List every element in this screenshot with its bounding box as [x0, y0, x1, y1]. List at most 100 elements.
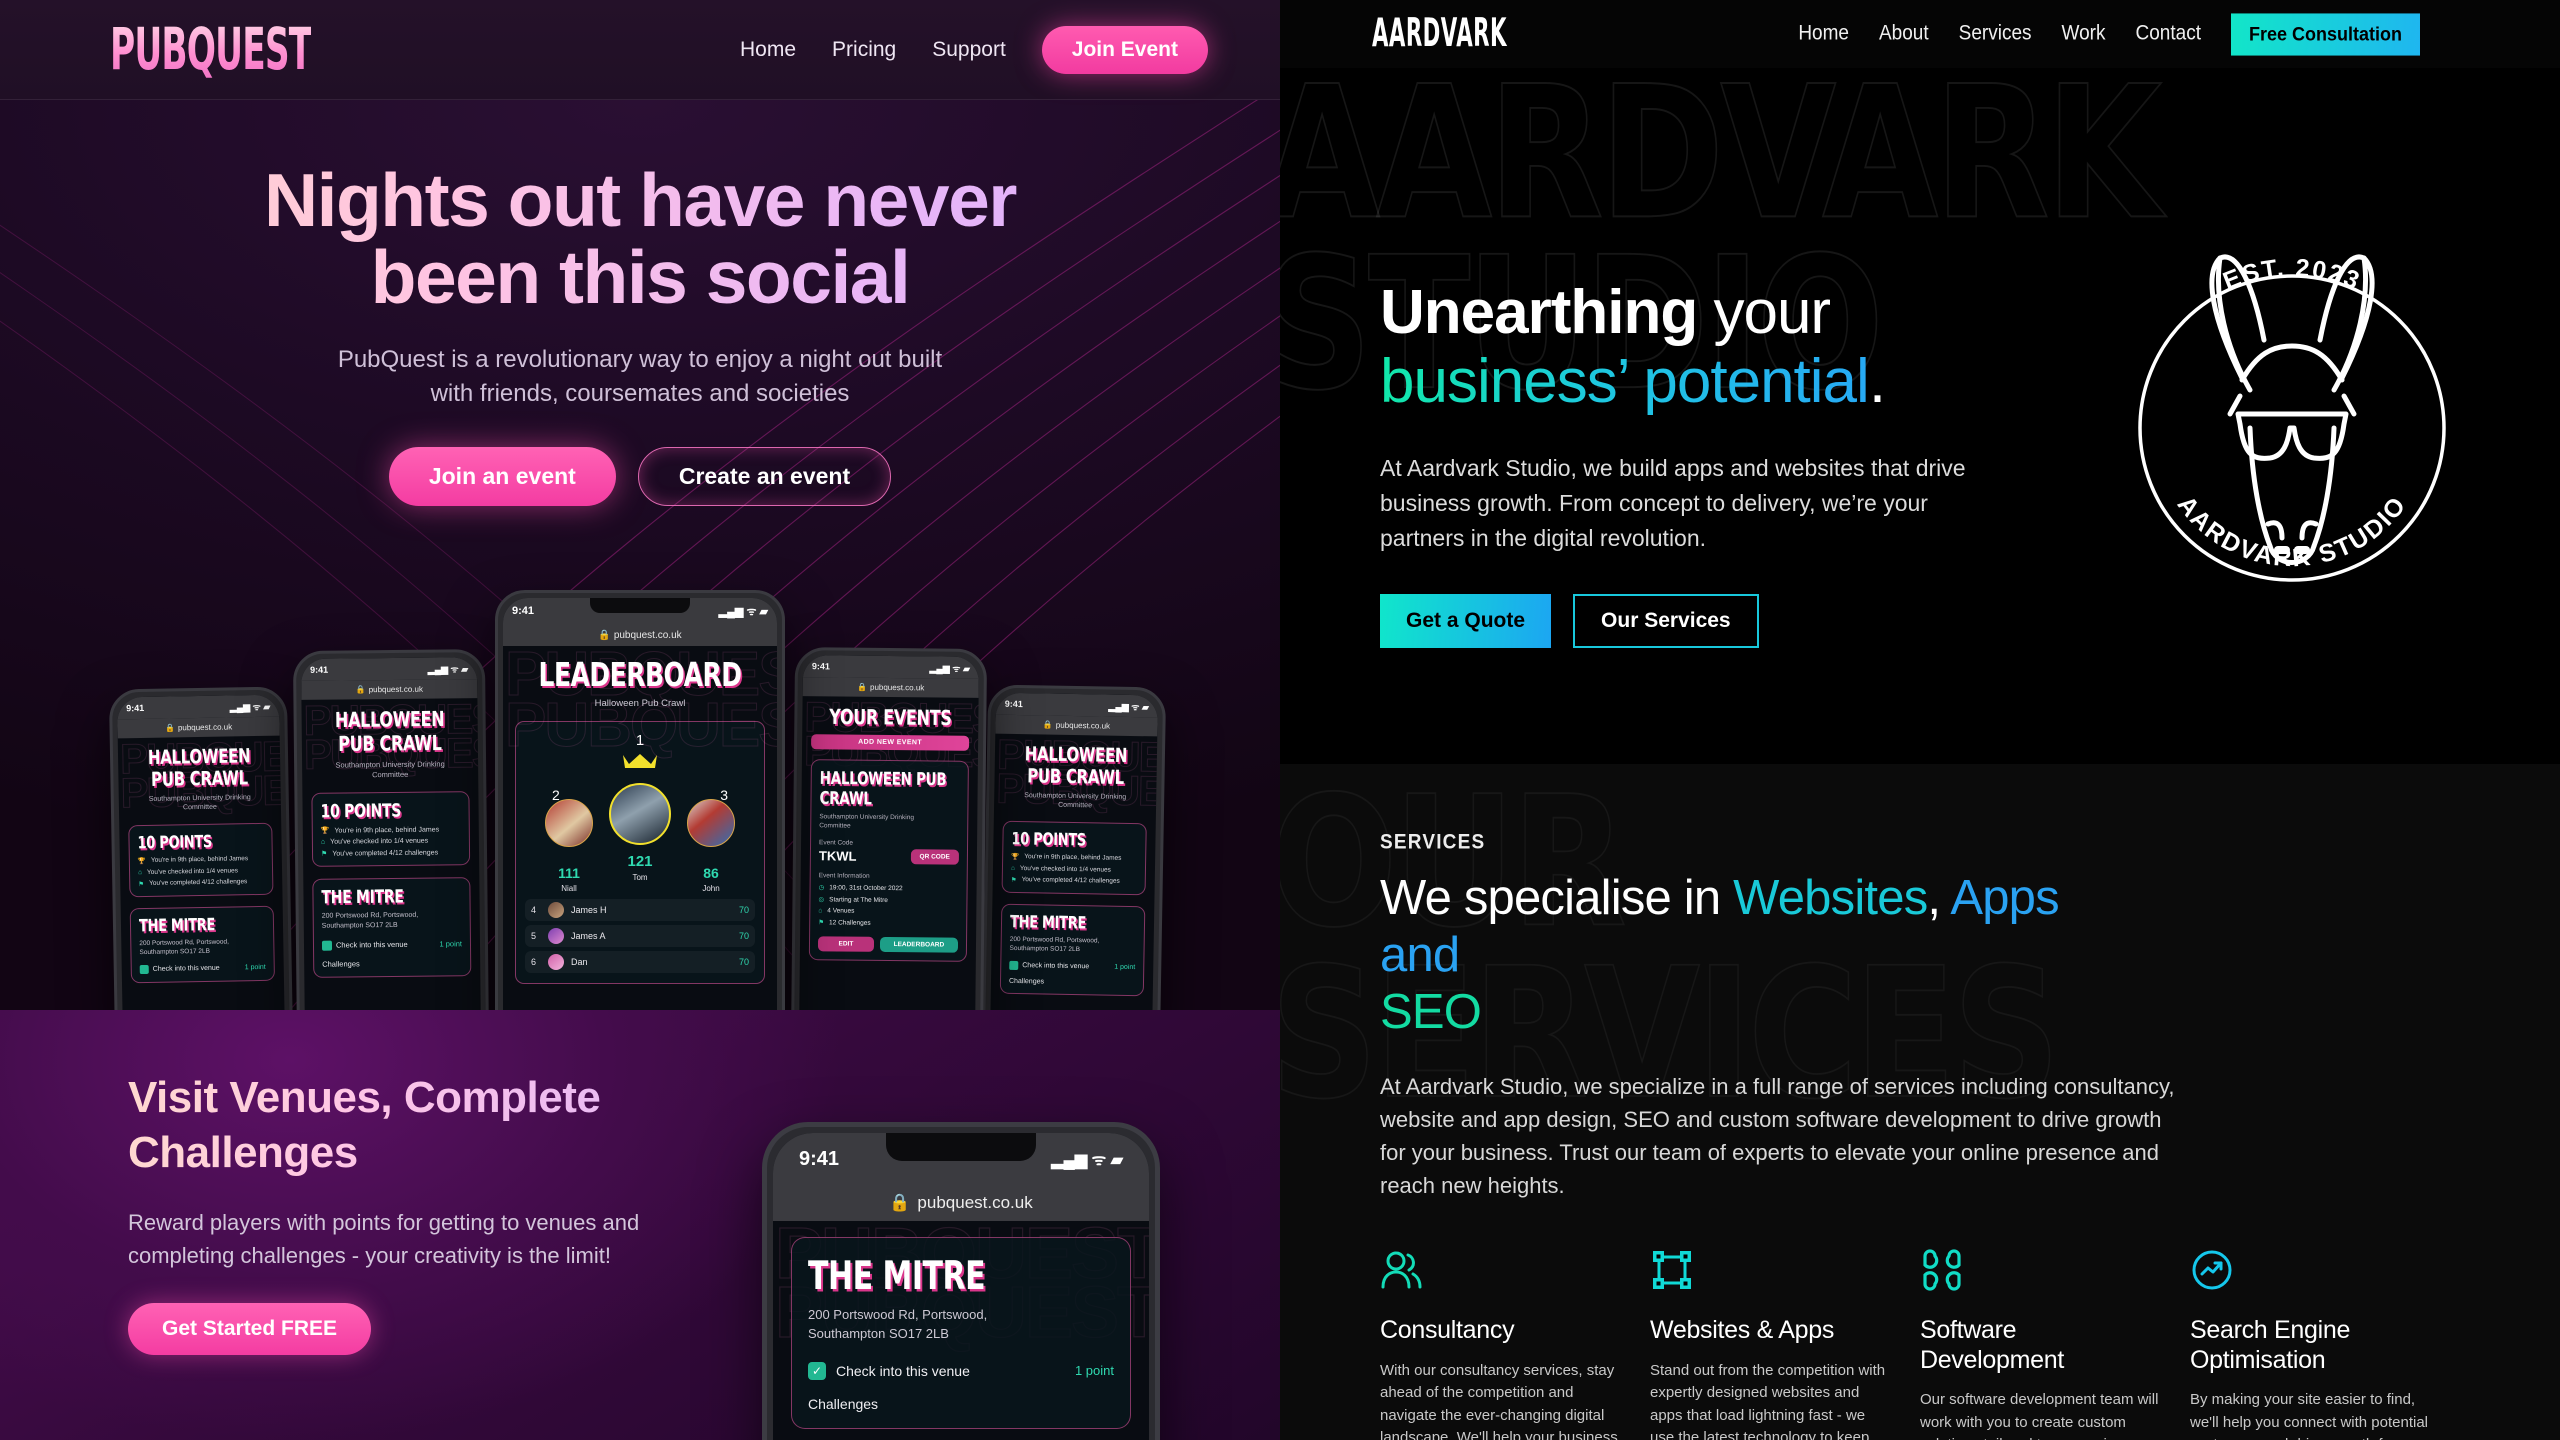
pubquest-logo[interactable]: PUBQUEST: [110, 16, 312, 83]
leaderboard-row[interactable]: 4 James H 70: [525, 899, 755, 921]
nav-link-home[interactable]: Home: [740, 38, 796, 62]
create-an-event-button[interactable]: Create an event: [637, 446, 892, 506]
pubquest-site: PUBQUEST Home Pricing Support Join Event: [0, 0, 1280, 1440]
edit-button[interactable]: EDIT: [817, 936, 874, 953]
crown-icon: [525, 752, 755, 775]
row-score: 70: [738, 957, 749, 967]
status-icons: ▂▄▆ ᯤ ▰: [427, 663, 469, 675]
grid-apps-icon: [1920, 1248, 2160, 1300]
checkbox-checked-icon[interactable]: ✓: [808, 1361, 826, 1380]
services-heading-comma: ,: [1927, 871, 1951, 925]
services-heading-plain: We specialise in: [1380, 871, 1734, 925]
venue-card: THE MITRE 200 Portswood Rd, Portswood, S…: [312, 877, 472, 978]
venues-heading-line2: Challenges: [128, 1128, 358, 1177]
trophy-icon: 🏆: [137, 857, 147, 865]
people-icon: [1380, 1248, 1620, 1300]
venue-card: THE MITRE 200 Portswood Rd, Portswood, S…: [129, 905, 275, 984]
podium-rank-2: 2: [552, 787, 560, 803]
status-icons: ▂▄▆ ᯤ ▰: [929, 662, 970, 674]
challenges-label: Challenges: [322, 959, 360, 969]
qr-code-button[interactable]: QR CODE: [910, 849, 959, 865]
trophy-icon: 🏆: [320, 827, 330, 835]
phone-mockup-group: 9:41 ▂▄▆ ᯤ ▰ 🔒 pubquest.co.uk PUBQUEST PU…: [0, 590, 1280, 1010]
checkin-label: Check into this venue: [152, 964, 220, 973]
phone-mockup-venue-large: 9:41 ▂▄▆ ᯤ ▰ 🔒 pubquest.co.uk PUBQUESTPU…: [762, 1122, 1160, 1440]
event-title-line2: PUB CRAWL: [150, 766, 248, 792]
nav-link-work[interactable]: Work: [2062, 22, 2106, 47]
event-info-2: 4 Venues: [827, 907, 855, 915]
aardvark-site: AARDVARK Home About Services Work Contac…: [1280, 0, 2560, 1440]
hero-sub-line2: with friends, coursemates and societies: [430, 379, 850, 407]
screenshot-stage: PUBQUEST Home Pricing Support Join Event: [0, 0, 2560, 1440]
flag-icon: ⚑: [1010, 876, 1017, 884]
hero-title-period: .: [1868, 347, 1886, 417]
phone-status-bar: 9:41 ▂▄▆ ᯤ ▰: [117, 694, 280, 720]
nav-link-support[interactable]: Support: [932, 38, 1006, 62]
home-icon: ⌂: [1010, 864, 1015, 872]
venues-text-block: Visit Venues, Complete Challenges Reward…: [128, 1070, 688, 1355]
checkin-points: 1 point: [1074, 1363, 1114, 1379]
service-title: Consultancy: [1380, 1316, 1515, 1345]
lock-icon: 🔒: [1042, 720, 1053, 730]
trophy-icon: 🏆: [1011, 853, 1020, 861]
leaderboard-button[interactable]: LEADERBOARD: [879, 937, 959, 953]
service-card-websites-apps: Websites & Apps Stand out from the compe…: [1650, 1248, 1890, 1440]
flag-icon: ⚑: [321, 850, 328, 858]
pubquest-hero-buttons: Join an event Create an event: [0, 446, 1280, 506]
get-a-quote-button[interactable]: Get a Quote: [1380, 593, 1552, 648]
leaderboard-row[interactable]: 6 Dan 70: [525, 951, 755, 973]
services-eyebrow: SERVICES: [1380, 830, 1486, 854]
checkbox-checked-icon[interactable]: [1009, 960, 1019, 971]
points-title: 10 POINTS: [1011, 829, 1087, 851]
flag-icon: ⚑: [818, 919, 825, 927]
nav-link-home[interactable]: Home: [1798, 22, 1849, 47]
artboard-icon: [1650, 1248, 1890, 1300]
podium-card: 1 2 3 111 Niall 121 Tom 86 John 4 James …: [515, 721, 765, 984]
stat-text-2: You've completed 4/12 challenges: [149, 878, 248, 888]
row-rank: 5: [531, 931, 537, 941]
checkbox-checked-icon[interactable]: [139, 964, 149, 975]
points-card: 10 POINTS 🏆 You're in 9th place, behind J…: [1001, 820, 1147, 896]
nav-link-about[interactable]: About: [1879, 22, 1929, 47]
status-time: 9:41: [126, 702, 145, 714]
our-services-button[interactable]: Our Services: [1573, 593, 1759, 648]
checkin-label: Check into this venue: [1022, 962, 1090, 971]
podium-name-2: Niall: [561, 884, 577, 893]
your-event-title-line2: CRAWL: [819, 788, 872, 810]
stat-text-2: You've completed 4/12 challenges: [1021, 876, 1120, 886]
aardvark-logo[interactable]: AARDVARK: [1372, 12, 1507, 57]
phone-url-bar: 🔒 pubquest.co.uk: [301, 679, 478, 700]
get-started-free-button[interactable]: Get Started FREE: [128, 1302, 372, 1355]
aardvark-nav-links: Home About Services Work Contact Free Co…: [1798, 12, 2420, 56]
pubquest-hero-title: Nights out have never been this social: [0, 162, 1280, 317]
phone-url: pubquest.co.uk: [613, 629, 682, 641]
stat-text-1: You've checked into 1/4 venues: [146, 867, 239, 876]
aardvark-navbar: AARDVARK Home About Services Work Contac…: [1280, 0, 2560, 68]
phone-url: pubquest.co.uk: [869, 682, 925, 693]
row-score: 70: [738, 931, 749, 941]
checkbox-checked-icon[interactable]: [321, 940, 333, 951]
lock-icon: 🔒: [355, 685, 366, 695]
services-heading: We specialise in Websites, Apps and SEO: [1380, 870, 2140, 1040]
checkin-points: 1 point: [244, 963, 266, 972]
nav-link-contact[interactable]: Contact: [2136, 22, 2201, 47]
phone-mockup-your-events: 9:41 ▂▄▆ ᯤ ▰ 🔒 pubquest.co.uk PUBQUEST PU…: [790, 647, 988, 1010]
lock-icon: 🔒: [598, 629, 611, 641]
points-title: 10 POINTS: [137, 832, 213, 854]
checkin-label: Check into this venue: [836, 1362, 970, 1379]
join-event-button[interactable]: Join Event: [1041, 25, 1208, 74]
badge-est-text: EST. 2023: [2219, 254, 2363, 296]
free-consultation-button[interactable]: Free Consultation: [2230, 12, 2420, 56]
nav-link-pricing[interactable]: Pricing: [832, 38, 896, 62]
leaderboard-subtitle: Halloween Pub Crawl: [594, 698, 686, 709]
lock-icon: 🔒: [164, 723, 175, 733]
avatar: [609, 783, 671, 845]
venue-addr-line1: 200 Portswood Rd, Portswood,: [808, 1307, 988, 1322]
stat-text-0: You're in 9th place, behind James: [150, 855, 249, 865]
join-an-event-button[interactable]: Join an event: [388, 446, 616, 506]
status-icons: ▂▄▆ ᯤ ▰: [229, 701, 271, 712]
leaderboard-row[interactable]: 5 James A 70: [525, 925, 755, 947]
nav-link-services[interactable]: Services: [1959, 22, 2032, 47]
your-event-title-line1: HALLOWEEN PUB: [819, 768, 947, 791]
add-new-event-button[interactable]: ADD NEW EVENT: [811, 734, 970, 751]
